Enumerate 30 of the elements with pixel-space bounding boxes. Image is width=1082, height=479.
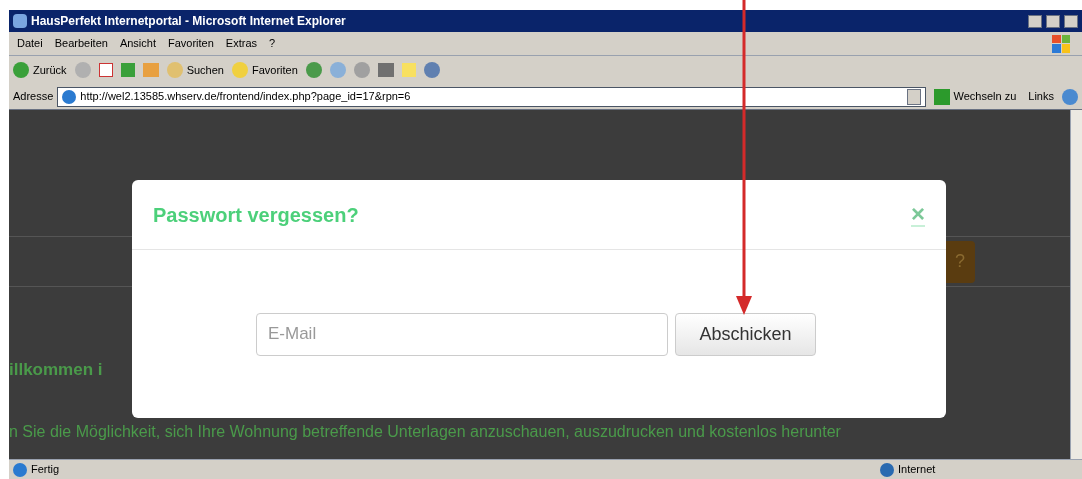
menu-item[interactable]: Bearbeiten: [54, 35, 108, 52]
go-button[interactable]: Wechseln zu: [929, 88, 1021, 105]
menu-item[interactable]: Ansicht: [119, 35, 156, 52]
menu-item[interactable]: ?: [269, 35, 276, 52]
stop-icon[interactable]: [98, 63, 113, 77]
menu-item[interactable]: Extras: [225, 35, 258, 52]
minimize-button[interactable]: [1028, 14, 1042, 28]
intro-paragraph: n Sie die Möglichkeit, sich Ihre Wohnung betreffende Unterlagen anzuschauen, auszudrucken und kostenlos herunter: [9, 422, 842, 442]
scrollbar[interactable]: [1070, 110, 1082, 459]
menu-item[interactable]: Favoriten: [168, 35, 214, 52]
menu-item[interactable]: Datei: [17, 35, 43, 52]
dialog-title: Passwort vergessen?: [153, 202, 359, 228]
close-button[interactable]: [1064, 14, 1078, 28]
welcome-heading: illkommen i: [9, 358, 103, 381]
address-label: Adresse: [13, 89, 54, 105]
status-text: Fertig: [31, 462, 60, 478]
windows-logo-icon: [1052, 34, 1070, 53]
email-field[interactable]: E-Mail: [256, 312, 668, 356]
browser-icon: [13, 14, 27, 28]
dropdown-icon[interactable]: [906, 88, 921, 105]
address-field[interactable]: http://wel2.13585.whserv.de/frontend/index.php?page_id=17&rpn=6: [57, 86, 926, 107]
url-text: http://wel2.13585.whserv.de/frontend/index.php?page_id=17&rpn=6: [80, 89, 412, 105]
submit-button[interactable]: Abschicken: [675, 312, 816, 356]
favorites-button[interactable]: Favoriten: [231, 61, 298, 79]
back-button[interactable]: Zurück: [13, 61, 67, 79]
maximize-button[interactable]: [1046, 14, 1060, 28]
window-title: HausPerfekt Internetportal - Microsoft Internet Explorer: [31, 13, 347, 30]
zone-text: Internet: [898, 462, 937, 478]
search-button[interactable]: Suchen: [166, 61, 224, 79]
links-button[interactable]: Links: [1024, 88, 1058, 105]
